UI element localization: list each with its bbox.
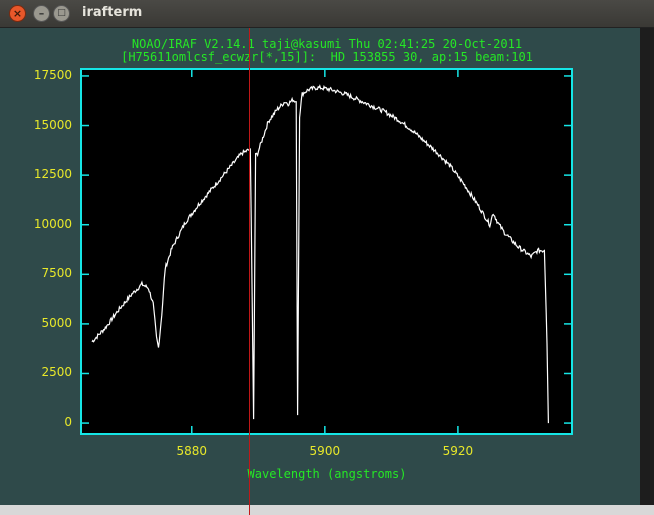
spectrum-line [91,84,549,424]
crosshair-cursor-line [249,28,250,515]
spectrum-plot [82,70,571,433]
x-tick-label-2: 5920 [442,444,474,458]
x-tick-label-0: 5880 [176,444,208,458]
minimize-window-button[interactable]: – [33,5,50,22]
close-window-button[interactable]: × [9,5,26,22]
y-tick-label-5: 12500 [33,167,72,182]
y-tick-label-3: 7500 [41,266,72,281]
x-axis-label: Wavelength (angstroms) [247,467,407,481]
window-titlebar: × – □ irafterm [0,0,654,28]
x-tick-label-1: 5900 [309,444,341,458]
y-tick-label-1: 2500 [41,365,72,380]
desktop-edge [640,28,654,515]
y-tick-label-0: 0 [64,415,72,430]
desktop-bottom-edge [0,505,654,515]
y-tick-label-4: 10000 [33,216,72,231]
plot-header-line1: NOAO/IRAF V2.14.1 taji@kasumi Thu 02:41:… [131,37,523,51]
y-tick-label-2: 5000 [41,315,72,330]
maximize-window-button[interactable]: □ [53,5,70,22]
y-tick-label-6: 15000 [33,117,72,132]
y-tick-label-7: 17500 [33,67,72,82]
window-title: irafterm [82,5,143,20]
plot-area[interactable] [80,68,573,435]
plot-header-line2: [H75611omlcsf_ecwzr[*,15]]: HD 153855 30… [121,50,533,64]
